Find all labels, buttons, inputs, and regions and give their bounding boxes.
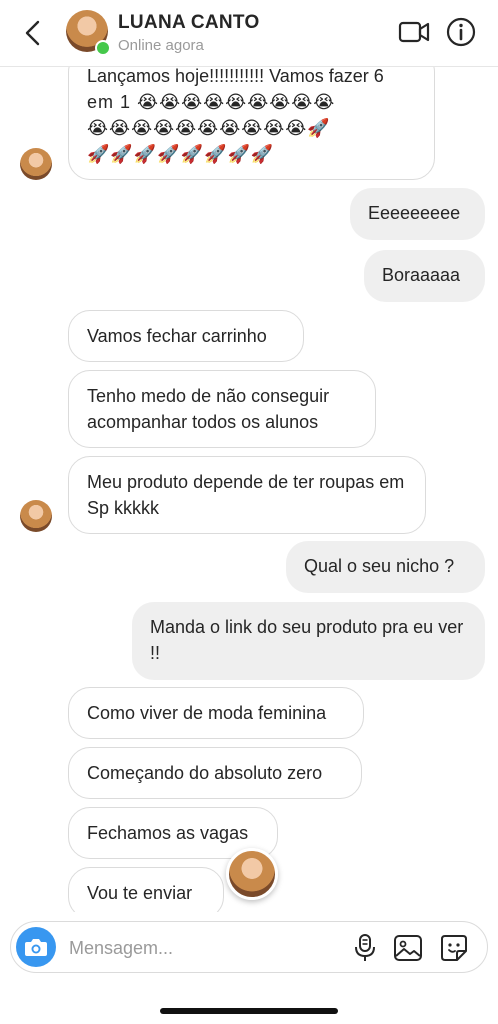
message-incoming[interactable]: Tenho medo de não conseguir acompanhar t… <box>68 370 376 448</box>
message-emoji-row: 🚀🚀🚀🚀🚀🚀🚀🚀 <box>87 144 275 164</box>
message-emoji-row: em 1 😭😭😭😭😭😭😭😭😭 <box>87 92 336 112</box>
message-incoming[interactable]: Como viver de moda feminina <box>68 687 364 739</box>
home-indicator[interactable] <box>160 1008 338 1014</box>
message-incoming[interactable]: Vou te enviar <box>68 867 224 912</box>
message-incoming[interactable]: Vamos fechar carrinho <box>68 310 304 362</box>
message-outgoing[interactable]: Qual o seu nicho ? <box>286 541 485 593</box>
message-incoming[interactable]: Meu produto depende de ter roupas em Sp … <box>68 456 426 534</box>
message-outgoing[interactable]: Eeeeeeeee <box>350 188 485 240</box>
chat-header: LUANA CANTO Online agora <box>0 0 498 67</box>
image-gallery-icon[interactable] <box>393 933 423 963</box>
message-text: Qual o seu nicho ? <box>304 556 455 576</box>
message-text: Lançamos hoje!!!!!!!!!!! Vamos fazer 6 <box>87 66 384 86</box>
sender-avatar <box>20 500 52 532</box>
message-outgoing[interactable]: Manda o link do seu produto pra eu ver !… <box>132 602 485 680</box>
contact-name[interactable]: LUANA CANTO <box>118 12 260 34</box>
message-outgoing[interactable]: Boraaaaa <box>364 250 485 302</box>
sender-avatar <box>20 148 52 180</box>
microphone-icon[interactable] <box>351 933 379 963</box>
message-text: Tenho medo de não conseguir acompanhar t… <box>87 386 330 432</box>
message-composer <box>10 921 488 973</box>
info-icon[interactable] <box>445 16 477 48</box>
message-thread[interactable]: Lançamos hoje!!!!!!!!!!! Vamos fazer 6 e… <box>0 66 498 912</box>
chevron-left-icon[interactable] <box>18 17 50 49</box>
camera-button[interactable] <box>16 927 56 967</box>
message-text: Eeeeeeeee <box>368 203 461 223</box>
online-indicator <box>95 40 111 56</box>
message-text: Vou te enviar <box>87 883 193 903</box>
message-text: Vamos fechar carrinho <box>87 326 267 346</box>
message-text: Como viver de moda feminina <box>87 703 327 723</box>
message-emoji-row: 😭😭😭😭😭😭😭😭😭😭🚀 <box>87 118 331 138</box>
message-text: Manda o link do seu produto pra eu ver !… <box>150 617 464 663</box>
message-text: Boraaaaa <box>382 265 461 285</box>
sticker-icon[interactable] <box>439 933 469 963</box>
contact-status: Online agora <box>118 37 204 54</box>
message-incoming[interactable]: Começando do absoluto zero <box>68 747 362 799</box>
message-incoming[interactable]: Lançamos hoje!!!!!!!!!!! Vamos fazer 6 e… <box>68 66 435 180</box>
message-text: Fechamos as vagas <box>87 823 249 843</box>
camera-icon <box>25 939 47 956</box>
seen-avatar <box>226 848 278 900</box>
message-input[interactable] <box>67 934 341 962</box>
message-text: Meu produto depende de ter roupas em Sp … <box>87 472 405 518</box>
message-text: Começando do absoluto zero <box>87 763 323 783</box>
video-camera-icon[interactable] <box>398 18 430 46</box>
